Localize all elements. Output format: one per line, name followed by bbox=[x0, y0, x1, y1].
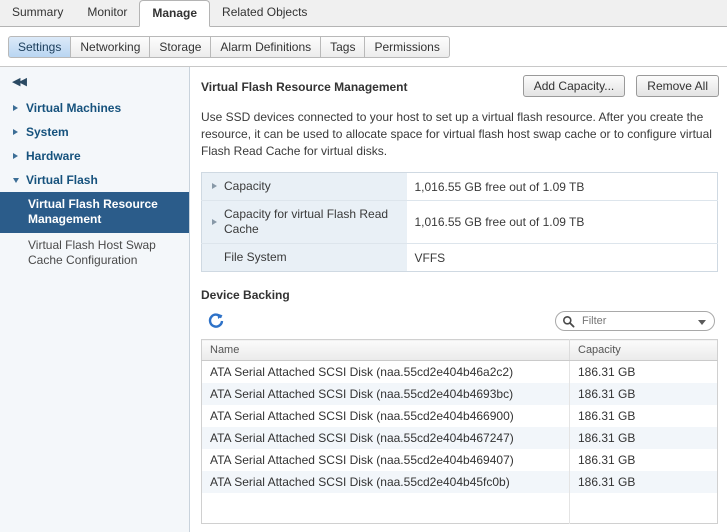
chevron-down-icon bbox=[13, 178, 19, 183]
table-row[interactable]: Capacity 1,016.55 GB free out of 1.09 TB bbox=[201, 172, 718, 201]
property-key-capacity-frc[interactable]: Capacity for virtual Flash Read Cache bbox=[201, 200, 407, 244]
table-row[interactable]: ATA Serial Attached SCSI Disk (naa.55cd2… bbox=[201, 427, 718, 449]
table-row[interactable]: Capacity for virtual Flash Read Cache 1,… bbox=[201, 200, 718, 244]
sidebar-item-virtual-flash-host-swap-cache-configuration-label: Virtual Flash Host Swap Cache Configurat… bbox=[28, 238, 156, 267]
device-name: ATA Serial Attached SCSI Disk (naa.55cd2… bbox=[201, 383, 570, 405]
sidebar-group-system-label: System bbox=[26, 125, 69, 139]
subtab-permissions-label: Permissions bbox=[374, 40, 440, 54]
tab-summary-label: Summary bbox=[12, 5, 64, 19]
subtab-networking-label: Networking bbox=[80, 40, 141, 54]
add-capacity-button[interactable]: Add Capacity... bbox=[522, 75, 626, 97]
tab-related-objects[interactable]: Related Objects bbox=[210, 0, 319, 26]
subtab-networking[interactable]: Networking bbox=[71, 36, 151, 58]
subtab-alarm-definitions-label: Alarm Definitions bbox=[220, 40, 312, 54]
remove-all-button[interactable]: Remove All bbox=[636, 75, 719, 97]
main-content: Virtual Flash Resource Management Add Ca… bbox=[191, 67, 727, 532]
device-backing-table: Name Capacity ATA Serial Attached SCSI D… bbox=[201, 339, 718, 524]
property-value-capacity: 1,016.55 GB free out of 1.09 TB bbox=[406, 172, 718, 201]
sidebar-group-hardware-label: Hardware bbox=[26, 149, 81, 163]
header-button-group: Add Capacity... Remove All bbox=[515, 75, 719, 97]
tab-summary[interactable]: Summary bbox=[0, 0, 75, 26]
main-tab-bar: Summary Monitor Manage Related Objects bbox=[0, 0, 727, 27]
subtab-storage[interactable]: Storage bbox=[150, 36, 212, 58]
chevron-down-icon[interactable] bbox=[698, 320, 706, 325]
search-icon bbox=[562, 315, 575, 331]
property-value-file-system: VFFS bbox=[414, 250, 446, 265]
device-capacity: 186.31 GB bbox=[569, 383, 718, 405]
sub-tab-bar: Settings Networking Storage Alarm Defini… bbox=[0, 27, 727, 67]
device-name: ATA Serial Attached SCSI Disk (naa.55cd2… bbox=[201, 360, 570, 383]
sidebar-item-virtual-flash-resource-management-label: Virtual Flash Resource Management bbox=[28, 197, 158, 226]
sidebar-group-virtual-machines[interactable]: Virtual Machines bbox=[0, 96, 189, 120]
subtab-tags[interactable]: Tags bbox=[321, 36, 366, 58]
device-backing-title: Device Backing bbox=[201, 288, 290, 302]
device-name: ATA Serial Attached SCSI Disk (naa.55cd2… bbox=[201, 427, 570, 449]
property-key-file-system-label: File System bbox=[224, 250, 287, 264]
sidebar: ◀◀ Virtual Machines System Hardware Virt… bbox=[0, 67, 190, 532]
filter-box[interactable] bbox=[555, 311, 715, 331]
property-key-file-system: File System bbox=[201, 243, 407, 272]
expand-triangle-icon[interactable] bbox=[212, 218, 217, 225]
property-key-capacity-label: Capacity bbox=[224, 179, 271, 193]
subtab-tags-label: Tags bbox=[330, 40, 356, 54]
filter-input[interactable] bbox=[580, 312, 692, 330]
subtab-settings-label: Settings bbox=[18, 40, 62, 54]
table-row[interactable]: ATA Serial Attached SCSI Disk (naa.55cd2… bbox=[201, 471, 718, 493]
device-capacity: 186.31 GB bbox=[569, 427, 718, 449]
property-key-capacity[interactable]: Capacity bbox=[201, 172, 407, 201]
tab-related-objects-label: Related Objects bbox=[222, 5, 308, 19]
device-backing-toolbar bbox=[201, 309, 719, 339]
subtab-settings[interactable]: Settings bbox=[8, 36, 72, 58]
subtab-permissions[interactable]: Permissions bbox=[365, 36, 450, 58]
table-empty-space bbox=[201, 493, 718, 523]
device-capacity: 186.31 GB bbox=[578, 365, 636, 379]
sidebar-group-virtual-flash-label: Virtual Flash bbox=[26, 173, 98, 187]
sidebar-group-system[interactable]: System bbox=[0, 120, 189, 144]
sidebar-group-virtual-flash[interactable]: Virtual Flash bbox=[0, 168, 189, 192]
sidebar-group-virtual-machines-label: Virtual Machines bbox=[26, 101, 122, 115]
tab-manage-label: Manage bbox=[152, 6, 198, 20]
table-header-row: Name Capacity bbox=[201, 339, 718, 361]
chevron-right-icon bbox=[13, 129, 18, 135]
device-name: ATA Serial Attached SCSI Disk (naa.55cd2… bbox=[201, 471, 570, 493]
sidebar-item-virtual-flash-resource-management[interactable]: Virtual Flash Resource Management bbox=[0, 192, 189, 233]
column-header-capacity[interactable]: Capacity bbox=[569, 339, 718, 361]
device-capacity: 186.31 GB bbox=[578, 409, 636, 423]
column-header-name[interactable]: Name bbox=[201, 339, 570, 361]
table-row[interactable]: File System VFFS bbox=[201, 243, 718, 272]
device-capacity: 186.31 GB bbox=[569, 471, 718, 493]
expand-triangle-icon[interactable] bbox=[212, 183, 217, 189]
sidebar-item-virtual-flash-host-swap-cache-configuration[interactable]: Virtual Flash Host Swap Cache Configurat… bbox=[0, 233, 189, 274]
device-name: ATA Serial Attached SCSI Disk (naa.55cd2… bbox=[201, 405, 570, 427]
tab-manage[interactable]: Manage bbox=[139, 0, 211, 27]
device-name: ATA Serial Attached SCSI Disk (naa.55cd2… bbox=[201, 449, 570, 471]
subtab-alarm-definitions[interactable]: Alarm Definitions bbox=[211, 36, 322, 58]
table-empty-cell bbox=[201, 493, 570, 523]
vsphere-client-page: Summary Monitor Manage Related Objects S… bbox=[0, 0, 727, 532]
table-empty-cell bbox=[570, 493, 718, 523]
property-value-capacity-frc: 1,016.55 GB free out of 1.09 TB bbox=[406, 200, 718, 244]
chevron-right-icon bbox=[13, 153, 18, 159]
chevron-right-icon bbox=[13, 105, 18, 111]
sidebar-group-hardware[interactable]: Hardware bbox=[0, 144, 189, 168]
double-chevron-left-icon[interactable]: ◀◀ bbox=[12, 76, 28, 90]
table-row[interactable]: ATA Serial Attached SCSI Disk (naa.55cd2… bbox=[201, 405, 718, 427]
refresh-icon[interactable] bbox=[207, 312, 225, 330]
table-row[interactable]: ATA Serial Attached SCSI Disk (naa.55cd2… bbox=[201, 383, 718, 405]
subtab-storage-label: Storage bbox=[159, 40, 202, 54]
page-description: Use SSD devices connected to your host t… bbox=[201, 110, 712, 158]
tab-monitor[interactable]: Monitor bbox=[75, 0, 139, 26]
section-header: Virtual Flash Resource Management Add Ca… bbox=[201, 75, 719, 100]
device-capacity: 186.31 GB bbox=[578, 453, 636, 467]
table-row[interactable]: ATA Serial Attached SCSI Disk (naa.55cd2… bbox=[201, 360, 718, 383]
table-row[interactable]: ATA Serial Attached SCSI Disk (naa.55cd2… bbox=[201, 449, 718, 471]
property-key-capacity-frc-label: Capacity for virtual Flash Read Cache bbox=[224, 207, 389, 236]
tab-monitor-label: Monitor bbox=[87, 5, 128, 19]
virtual-flash-properties-table: Capacity 1,016.55 GB free out of 1.09 TB… bbox=[201, 172, 718, 272]
